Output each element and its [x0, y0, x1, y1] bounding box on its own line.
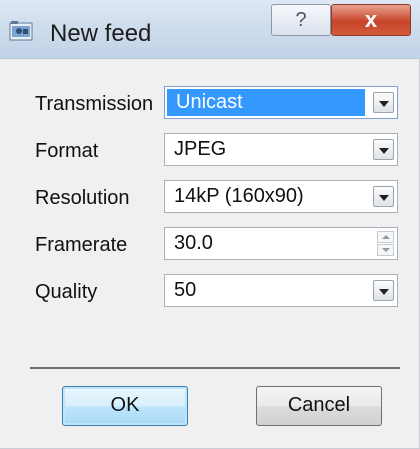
window-title: New feed: [50, 20, 152, 47]
spinner-buttons: [377, 231, 394, 256]
chevron-down-icon[interactable]: [373, 280, 394, 301]
chevron-down-icon[interactable]: [373, 92, 394, 113]
format-label: Format: [35, 140, 99, 162]
spin-down-icon[interactable]: [377, 244, 394, 256]
framerate-spinner[interactable]: 30.0: [164, 227, 398, 260]
framerate-value[interactable]: 30.0: [174, 232, 213, 255]
help-button[interactable]: ?: [271, 4, 331, 36]
divider: [30, 367, 400, 369]
quality-value: 50: [174, 279, 197, 301]
close-button[interactable]: x: [331, 4, 411, 36]
transmission-value: Unicast: [176, 91, 243, 113]
framerate-label: Framerate: [35, 234, 128, 256]
help-icon: ?: [295, 9, 307, 31]
resolution-value: 14kP (160x90): [174, 185, 304, 207]
quality-label: Quality: [35, 281, 98, 303]
spin-up-icon[interactable]: [377, 231, 394, 243]
chevron-down-icon[interactable]: [373, 139, 394, 160]
transmission-label: Transmission: [35, 93, 154, 115]
format-value: JPEG: [174, 138, 227, 160]
quality-select[interactable]: 50: [164, 274, 398, 307]
resolution-label: Resolution: [35, 187, 130, 209]
title-bar[interactable]: New feed ? x: [0, 0, 420, 59]
new-feed-dialog: New feed ? x Transmission Unicast Format…: [0, 0, 420, 449]
app-icon: [9, 21, 33, 41]
format-select[interactable]: JPEG: [164, 133, 398, 166]
close-icon: x: [364, 7, 378, 32]
chevron-down-icon[interactable]: [373, 186, 394, 207]
resolution-select[interactable]: 14kP (160x90): [164, 180, 398, 213]
transmission-select[interactable]: Unicast: [164, 86, 398, 119]
ok-button[interactable]: OK: [62, 386, 188, 426]
cancel-button[interactable]: Cancel: [256, 386, 382, 426]
